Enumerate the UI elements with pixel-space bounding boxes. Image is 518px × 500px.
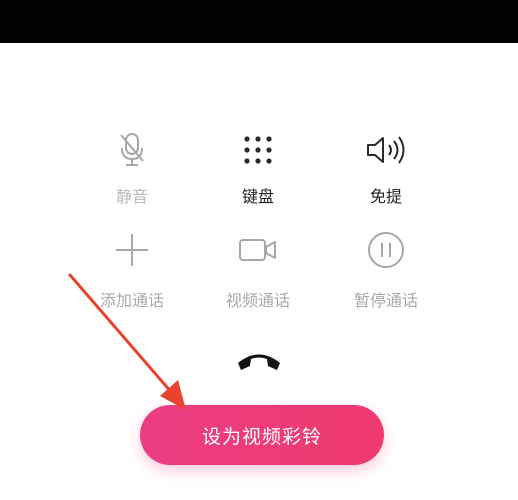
hold-call-label: 暂停通话: [353, 291, 418, 310]
hang-up-button[interactable]: [234, 344, 284, 374]
speaker-icon: [326, 130, 446, 170]
plus-icon: [72, 230, 192, 270]
add-call-label: 添加通话: [99, 291, 164, 310]
video-call-label: 视频通话: [225, 291, 290, 310]
pause-icon: [326, 230, 446, 270]
video-camera-icon: [198, 230, 318, 270]
keypad-icon: [198, 130, 318, 170]
speaker-label: 免提: [369, 187, 402, 206]
mic-off-icon: [72, 130, 192, 170]
keypad-label: 键盘: [241, 187, 274, 206]
set-video-ringtone-button[interactable]: 设为视频彩铃: [140, 405, 384, 465]
set-video-ringtone-label: 设为视频彩铃: [201, 425, 322, 448]
mute-label: 静音: [115, 187, 148, 206]
hang-up-icon: [238, 354, 280, 370]
